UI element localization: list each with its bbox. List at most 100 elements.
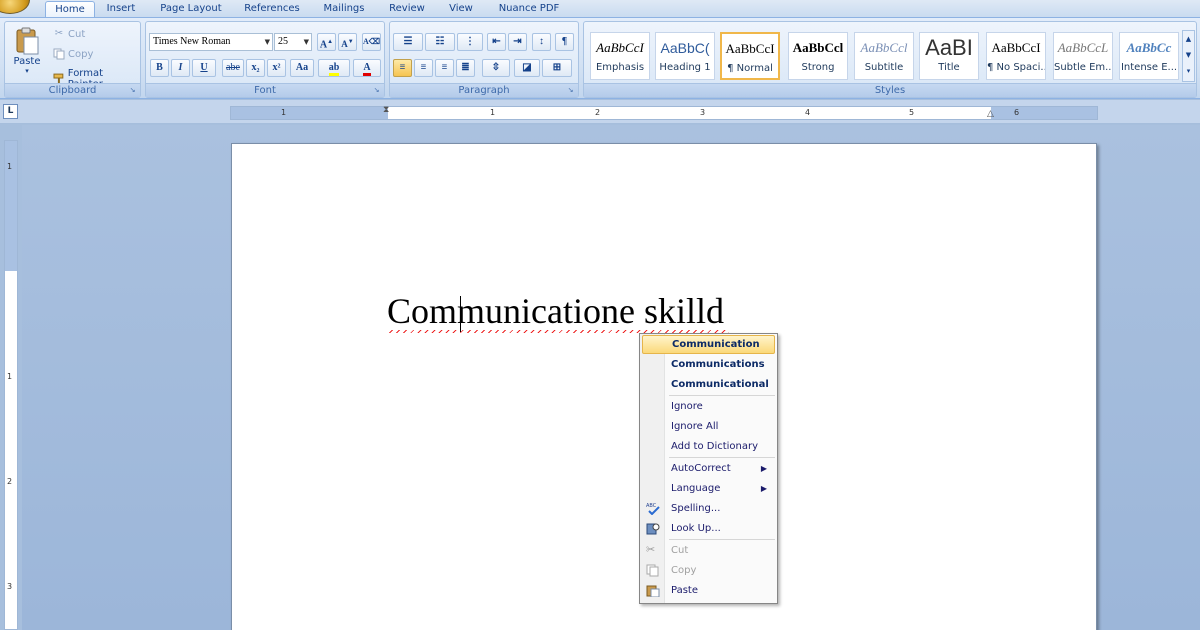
indent-marker-icon[interactable]: ⧗ (383, 105, 389, 115)
justify-button[interactable]: ≣ (456, 59, 475, 77)
numbering-button[interactable]: ☷ (425, 33, 455, 51)
menu-cut[interactable]: ✂ Cut (642, 541, 775, 560)
grow-font-button[interactable]: A▲ (317, 33, 336, 51)
style-normal[interactable]: AaBbCcI ¶ Normal (720, 32, 780, 80)
cut-label: Cut (68, 28, 86, 40)
underline-icon: U (200, 62, 208, 73)
ruler-number: 6 (1014, 108, 1020, 117)
ruler-number: 1 (7, 162, 13, 171)
paragraph-launcher-icon[interactable]: ↘ (566, 86, 575, 95)
menu-item-label: Ignore (671, 401, 703, 412)
paste-dropdown-icon[interactable]: ▾ (25, 67, 29, 75)
tab-references[interactable]: References (236, 1, 308, 17)
style-name: Intense E... (1120, 62, 1178, 73)
highlight-button[interactable]: ab (318, 59, 350, 77)
ruler-number: 3 (700, 108, 706, 117)
style-subtle-emphasis[interactable]: AaBbCcL Subtle Em... (1053, 32, 1113, 80)
spelling-check-icon: ABC (646, 503, 660, 515)
pilcrow-icon: ¶ (561, 36, 568, 47)
font-color-button[interactable]: A (353, 59, 381, 77)
decrease-indent-button[interactable]: ⇤ (487, 33, 506, 51)
menu-paste[interactable]: Paste (642, 581, 775, 600)
tab-view[interactable]: View (440, 1, 482, 17)
italic-button[interactable]: I (171, 59, 190, 77)
style-intense-emphasis[interactable]: AaBbCc Intense E... (1119, 32, 1179, 80)
align-center-icon: ≡ (420, 62, 427, 73)
menu-spelling[interactable]: ABC Spelling... (642, 499, 775, 518)
font-size-value: 25 (278, 36, 288, 47)
font-size-dropdown-icon[interactable]: ▼ (304, 34, 309, 50)
style-name: Title (938, 62, 960, 73)
tab-home[interactable]: Home (45, 1, 95, 18)
show-formatting-button[interactable]: ¶ (555, 33, 574, 51)
ruler-number: 1 (490, 108, 496, 117)
paste-button[interactable]: Paste ▾ (11, 26, 43, 80)
shrink-font-button[interactable]: A▼ (338, 33, 357, 51)
paint-bucket-icon: ◪ (522, 62, 532, 73)
align-left-button[interactable]: ≡ (393, 59, 412, 77)
copy-button[interactable]: Copy (53, 48, 93, 60)
menu-look-up[interactable]: Look Up... (642, 519, 775, 538)
style-name: Subtle Em... (1054, 62, 1112, 73)
menu-ignore[interactable]: Ignore (642, 397, 775, 416)
subscript-button[interactable]: x₂ (246, 59, 265, 77)
font-family-dropdown-icon[interactable]: ▼ (265, 34, 270, 50)
menu-autocorrect[interactable]: AutoCorrect ▶ (642, 459, 775, 478)
style-emphasis[interactable]: AaBbCcI Emphasis (590, 32, 650, 80)
font-size-combo[interactable]: 25 ▼ (274, 33, 312, 51)
line-spacing-button[interactable]: ⇳ (482, 59, 510, 77)
suggestion-communicational[interactable]: Communicational (642, 375, 775, 394)
ruler-bar: L 1 1 2 3 4 5 6 ⧗ △ (0, 100, 1200, 124)
align-right-button[interactable]: ≡ (435, 59, 454, 77)
tab-insert[interactable]: Insert (98, 1, 144, 17)
tab-page-layout[interactable]: Page Layout (152, 1, 230, 17)
tab-review[interactable]: Review (382, 1, 432, 17)
menu-language[interactable]: Language ▶ (642, 479, 775, 498)
strikethrough-button[interactable]: abe (222, 59, 244, 77)
paragraph-group-label: Paragraph (390, 83, 578, 97)
ruler-left-margin (231, 107, 388, 119)
menu-add-to-dictionary[interactable]: Add to Dictionary (642, 437, 775, 456)
superscript-button[interactable]: x² (267, 59, 286, 77)
style-title[interactable]: AaBI Title (919, 32, 979, 80)
multilevel-list-button[interactable]: ⋮ (457, 33, 483, 51)
suggestion-communication[interactable]: Communication (642, 335, 775, 354)
document-text[interactable]: Communicatione skilld (387, 290, 724, 332)
tab-selector[interactable]: L (3, 104, 18, 119)
underline-button[interactable]: U (192, 59, 216, 77)
bullets-button[interactable]: ☰ (393, 33, 423, 51)
sort-button[interactable]: ↕ (532, 33, 551, 51)
increase-indent-button[interactable]: ⇥ (508, 33, 527, 51)
tab-mailings[interactable]: Mailings (314, 1, 374, 17)
style-no-spacing[interactable]: AaBbCcI ¶ No Spaci... (986, 32, 1046, 80)
clear-formatting-button[interactable]: A⌫ (362, 33, 381, 51)
align-center-button[interactable]: ≡ (414, 59, 433, 77)
font-family-value: Times New Roman (153, 36, 231, 47)
superscript-icon: x² (272, 62, 281, 73)
menu-item-label: AutoCorrect (671, 463, 731, 474)
clipboard-launcher-icon[interactable]: ↘ (128, 86, 137, 95)
right-indent-marker-icon[interactable]: △ (987, 109, 994, 119)
change-case-button[interactable]: Aa (290, 59, 314, 77)
ruler-number: 1 (281, 108, 287, 117)
office-button[interactable] (0, 0, 30, 14)
cut-button[interactable]: ✂ Cut (53, 28, 85, 40)
menu-copy[interactable]: Copy (642, 561, 775, 580)
horizontal-ruler[interactable]: 1 1 2 3 4 5 6 ⧗ △ (230, 105, 1098, 120)
style-name: Heading 1 (659, 62, 711, 73)
font-family-combo[interactable]: Times New Roman ▼ (149, 33, 273, 51)
bold-button[interactable]: B (150, 59, 169, 77)
borders-button[interactable]: ⊞ (542, 59, 572, 77)
style-strong[interactable]: AaBbCcl Strong (788, 32, 848, 80)
menu-item-label: Cut (671, 545, 689, 556)
vertical-ruler[interactable]: 1 1 2 3 (4, 140, 18, 630)
italic-icon: I (178, 62, 183, 73)
font-launcher-icon[interactable]: ↘ (372, 86, 381, 95)
style-heading-1[interactable]: AaBbC( Heading 1 (655, 32, 715, 80)
style-subtitle[interactable]: AaBbCcl Subtitle (854, 32, 914, 80)
tab-nuance-pdf[interactable]: Nuance PDF (490, 1, 568, 17)
shading-button[interactable]: ◪ (514, 59, 540, 77)
subscript-icon: x₂ (251, 62, 260, 73)
menu-ignore-all[interactable]: Ignore All (642, 417, 775, 436)
suggestion-communications[interactable]: Communications (642, 355, 775, 374)
